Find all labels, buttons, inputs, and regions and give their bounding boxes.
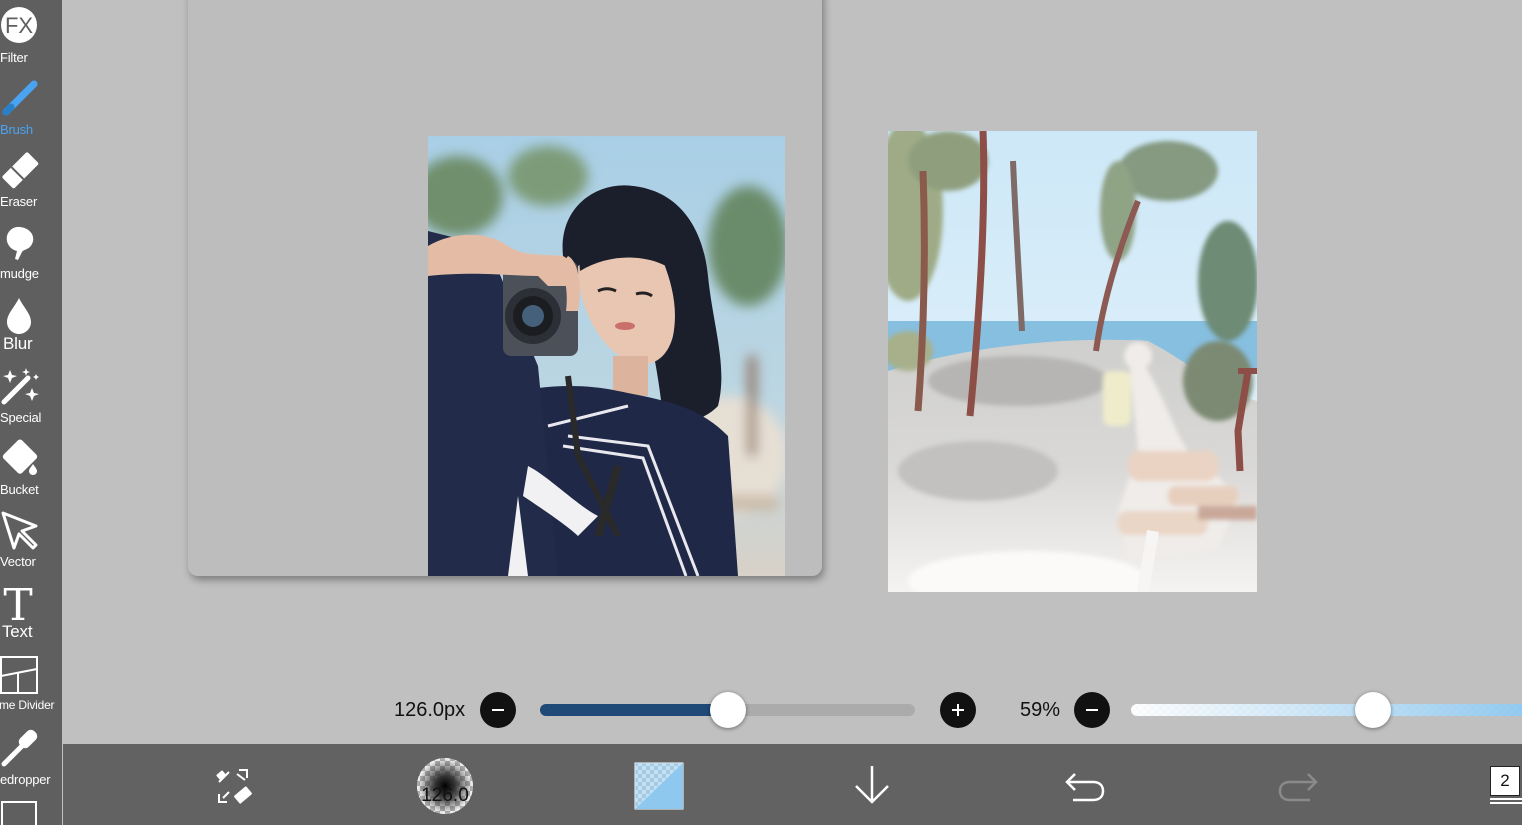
cursor-arrow-icon xyxy=(0,508,40,552)
size-slider-handle[interactable] xyxy=(709,692,746,728)
tool-sidebar: FX Filter Brush Eraser mudge Blur Specia… xyxy=(0,0,62,825)
color-swatch-icon xyxy=(634,762,684,810)
tool-bucket[interactable]: Bucket xyxy=(0,432,62,504)
tool-extra[interactable] xyxy=(0,792,62,825)
undo-button[interactable] xyxy=(1063,766,1107,806)
tool-text[interactable]: T Text xyxy=(0,576,62,648)
magic-wand-icon xyxy=(0,364,40,408)
arrow-down-icon xyxy=(855,766,889,804)
text-T-icon: T xyxy=(0,580,40,624)
app-window: FX Filter Brush Eraser mudge Blur Specia… xyxy=(0,0,1522,825)
tool-frame-divider[interactable]: me Divider xyxy=(0,648,62,720)
fx-label: FX xyxy=(5,13,33,38)
layers-button[interactable]: 2 xyxy=(1490,766,1522,806)
tool-label: Special xyxy=(0,410,42,425)
transform-icon xyxy=(216,769,252,804)
tool-smudge[interactable]: mudge xyxy=(0,216,62,288)
tool-brush[interactable]: Brush xyxy=(0,72,62,144)
layer-count: 2 xyxy=(1490,766,1520,796)
opacity-value: 59% xyxy=(1020,699,1061,721)
tool-label: Text xyxy=(2,622,33,641)
brush-size-value: 126.0px xyxy=(394,699,466,721)
tool-label: Vector xyxy=(0,554,36,569)
transform-button[interactable] xyxy=(211,764,255,808)
tool-label: edropper xyxy=(0,772,51,787)
undo-icon xyxy=(1065,773,1105,802)
opacity-decrease-button[interactable] xyxy=(1074,692,1110,728)
fx-circle-icon: FX xyxy=(0,2,40,46)
tool-label: Bucket xyxy=(0,482,39,497)
tool-label: Eraser xyxy=(0,194,38,209)
layers-icon: 2 xyxy=(1490,766,1522,806)
tool-eyedropper[interactable]: edropper xyxy=(0,720,62,792)
plus-icon xyxy=(952,704,964,716)
tool-vector[interactable]: Vector xyxy=(0,504,62,576)
frame-divider-icon xyxy=(0,652,40,696)
minus-icon xyxy=(1086,709,1098,711)
bucket-icon xyxy=(0,436,40,480)
canvas-painting[interactable] xyxy=(888,131,1257,592)
smudge-icon xyxy=(0,220,40,264)
opacity-slider-handle[interactable] xyxy=(1354,692,1391,728)
minus-icon xyxy=(492,709,504,711)
color-swatch-button[interactable] xyxy=(634,762,684,810)
download-button[interactable] xyxy=(851,762,893,808)
reference-photo xyxy=(428,136,785,576)
bottom-toolbar: 126.0 2 xyxy=(63,744,1522,825)
size-slider-fill xyxy=(540,704,728,716)
tool-eraser[interactable]: Eraser xyxy=(0,144,62,216)
size-decrease-button[interactable] xyxy=(480,692,516,728)
eyedropper-icon xyxy=(0,724,40,768)
redo-button[interactable] xyxy=(1276,766,1320,806)
opacity-slider-track[interactable] xyxy=(1131,704,1522,716)
square-icon xyxy=(0,796,40,825)
brush-size-label: 126.0 xyxy=(421,785,469,806)
size-increase-button[interactable] xyxy=(940,692,976,728)
tool-special[interactable]: Special xyxy=(0,360,62,432)
redo-icon xyxy=(1278,773,1318,802)
tool-blur[interactable]: Blur xyxy=(0,288,62,360)
tool-label: Brush xyxy=(0,122,33,137)
tool-label: me Divider xyxy=(0,698,55,712)
eraser-icon xyxy=(0,148,40,192)
brush-preview-button[interactable]: 126.0 xyxy=(417,758,473,814)
tool-label: Blur xyxy=(3,334,33,353)
tool-label: mudge xyxy=(0,266,39,281)
tool-label: Filter xyxy=(0,50,28,65)
svg-text:T: T xyxy=(3,580,32,624)
drop-icon xyxy=(0,292,40,336)
tool-filter[interactable]: FX Filter xyxy=(0,0,62,72)
brush-icon xyxy=(0,76,40,120)
